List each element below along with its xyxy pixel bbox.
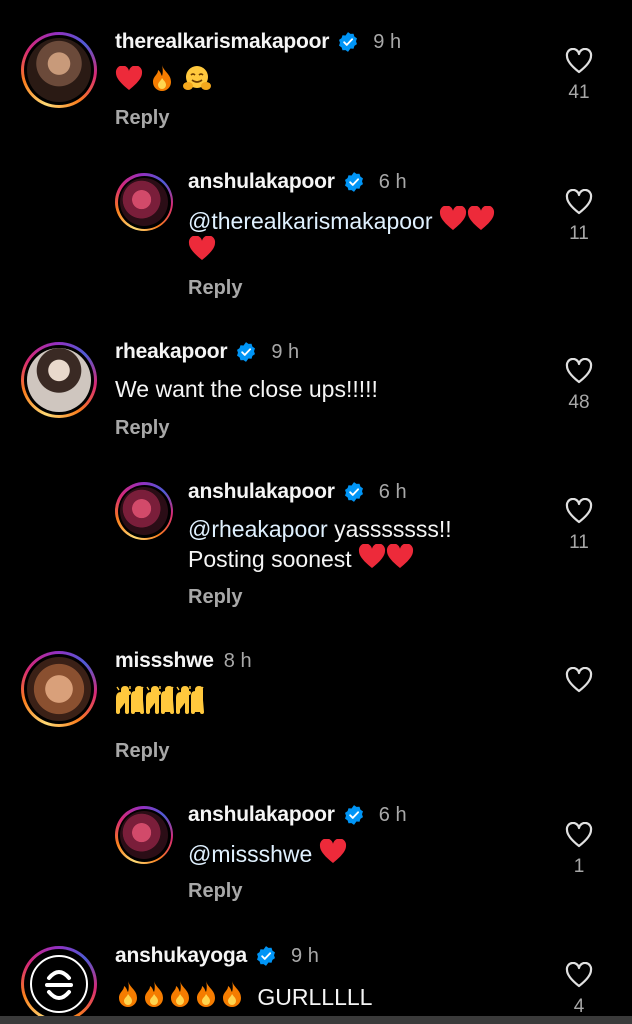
fire-emoji-icon [145,981,163,1007]
heart-outline-icon [565,189,593,215]
comment-text-body: GURLLLLL [257,984,373,1010]
like-button[interactable]: 48 [559,358,599,414]
heart-outline-icon [565,667,593,693]
verified-badge-icon [339,32,358,52]
comment-text-line2: Posting soonest [188,544,414,574]
comment-timestamp: 9 h [271,340,300,363]
comment-text: @rheakapoor yasssssss!! [188,515,452,544]
comment-text-body: yasssssss!! [327,516,452,542]
fire-emoji-icon [197,981,215,1007]
mention-link[interactable]: @missshwe [188,841,312,867]
raised-hands-emoji-icon [176,686,204,714]
comments-list: therealkarismakapoor 9 h Reply 41 anshul… [0,0,632,1024]
comment-text-body: Posting soonest [188,546,352,572]
fire-emoji-icon [153,65,172,91]
like-button[interactable]: 11 [559,189,599,245]
verified-badge-icon [344,482,363,502]
reply-button[interactable]: Reply [115,417,169,440]
like-button[interactable]: 1 [559,822,599,878]
reply-button[interactable]: Reply [188,277,242,300]
heart-outline-icon [565,962,593,988]
verified-badge-icon [257,946,275,966]
heart-emoji-icon [439,206,466,230]
comment-username[interactable]: anshulakapoor [188,170,335,194]
comment-username[interactable]: anshulakapoor [188,803,335,827]
reply-button[interactable]: Reply [188,880,242,903]
heart-emoji-icon [387,544,414,568]
hugging-face-emoji-icon [182,66,211,90]
fire-emoji-icon [223,981,241,1007]
fire-emoji-icon [119,981,137,1007]
comment-username[interactable]: rheakapoor [115,340,228,364]
heart-emoji-icon [115,66,143,90]
bottom-bar [0,1016,632,1024]
reply-button[interactable]: Reply [115,740,169,763]
heart-emoji-icon [319,839,346,863]
like-button[interactable] [559,667,599,693]
comment-timestamp: 9 h [291,944,319,967]
raised-hands-emoji-icon [116,686,144,714]
comment-text: @therealkarismakapoor [188,206,495,236]
mention-link[interactable]: @rheakapoor [188,516,328,542]
comment-username[interactable]: anshulakapoor [188,480,335,504]
fire-emoji-icon [171,981,189,1007]
comment-text [115,686,205,718]
comment-text-line2 [188,236,216,266]
heart-outline-icon [565,498,593,524]
like-count: 41 [568,82,590,103]
like-count: 11 [569,223,589,244]
like-count: 11 [569,532,589,553]
avatar[interactable] [115,806,173,864]
comment-text: GURLLLLL [115,980,372,1012]
heart-emoji-icon [467,206,494,230]
like-count: 48 [568,392,590,413]
reply-button[interactable]: Reply [115,107,169,130]
comment-timestamp: 6 h [378,170,407,193]
like-count: 4 [573,996,585,1017]
comment-text: @missshwe [188,839,347,869]
like-button[interactable]: 41 [559,48,599,104]
heart-outline-icon [565,48,593,74]
heart-outline-icon [565,822,593,848]
like-count: 1 [573,856,585,877]
verified-badge-icon [344,172,363,192]
reply-button[interactable]: Reply [188,586,242,609]
comment-username[interactable]: anshukayoga [115,944,247,968]
avatar[interactable] [115,173,173,231]
heart-emoji-icon [359,544,386,568]
avatar[interactable] [21,946,97,1022]
comment-timestamp: 6 h [378,803,407,826]
like-button[interactable]: 4 [559,962,599,1018]
comment-timestamp: 6 h [378,480,407,503]
comment-timestamp: 9 h [373,30,402,53]
mention-link[interactable]: @therealkarismakapoor [188,208,433,234]
comment-text: We want the close ups!!!!! [115,376,378,402]
avatar[interactable] [115,482,173,540]
comment-timestamp: 8 h [223,649,252,672]
heart-outline-icon [565,358,593,384]
avatar[interactable] [21,651,97,727]
verified-badge-icon [237,342,256,362]
heart-emoji-icon [188,236,216,260]
raised-hands-emoji-icon [146,686,174,714]
avatar[interactable] [21,32,97,108]
comment-text [115,64,212,96]
like-button[interactable]: 11 [559,498,599,554]
avatar[interactable] [21,342,97,418]
anshukayoga-logo-icon [30,955,88,1013]
comment-username[interactable]: missshwe [115,649,214,673]
verified-badge-icon [344,805,363,825]
comment-username[interactable]: therealkarismakapoor [115,30,329,54]
